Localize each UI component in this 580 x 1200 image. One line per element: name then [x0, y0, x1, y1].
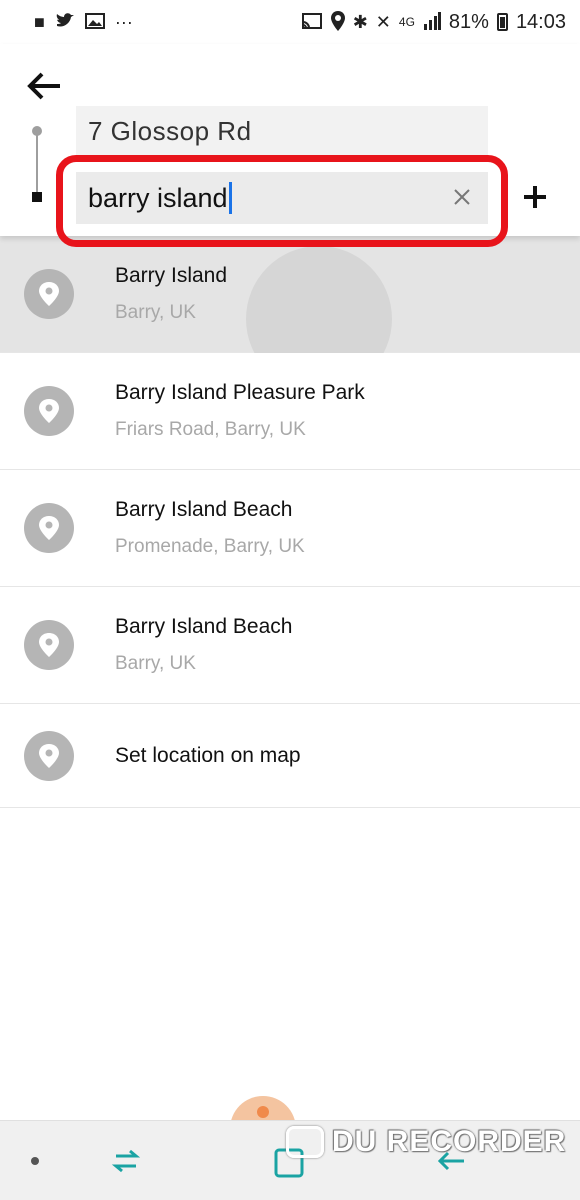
result-subtitle: Promenade, Barry, UK: [115, 536, 305, 557]
network-label: 4G: [398, 15, 415, 29]
recent-apps-icon: [111, 1149, 141, 1173]
list-item[interactable]: Barry Island Barry, UK: [0, 236, 580, 392]
camera-icon: [286, 1126, 324, 1158]
destination-field[interactable]: barry island: [76, 172, 488, 224]
status-bar: ■ ··· ✱ ✕ 4G 81% 14:03: [0, 0, 580, 44]
pickup-dot-icon: [32, 126, 42, 136]
result-title: Barry Island Beach: [115, 615, 293, 638]
signal-icon: [423, 11, 441, 33]
status-right-icons: ✱ ✕ 4G 81% 14:03: [301, 10, 566, 34]
location-pin-icon: [24, 503, 74, 553]
recent-apps-button[interactable]: [108, 1143, 144, 1179]
result-subtitle: Friars Road, Barry, UK: [115, 419, 306, 440]
destination-square-icon: [32, 192, 42, 202]
text-cursor: [228, 182, 232, 214]
location-pin-icon: [24, 386, 74, 436]
result-title: Barry Island Pleasure Park: [115, 381, 365, 404]
back-button[interactable]: [22, 64, 66, 108]
location-icon: [330, 10, 345, 34]
bluetooth-icon: ✱: [352, 12, 368, 32]
nav-dot-icon[interactable]: [31, 1157, 39, 1165]
list-item[interactable]: Barry Island Beach Promenade, Barry, UK: [0, 470, 580, 587]
result-subtitle: Barry, UK: [115, 302, 196, 323]
watermark-text: DU RECORDER: [332, 1125, 567, 1158]
battery-icon: [496, 13, 508, 31]
more-dots-icon: ···: [114, 12, 133, 32]
result-title: Set location on map: [115, 744, 301, 767]
route-connector-line: [36, 132, 38, 198]
set-location-on-map[interactable]: Set location on map: [0, 704, 580, 808]
twitter-icon: [55, 12, 75, 33]
add-stop-button[interactable]: [516, 178, 554, 216]
recorder-watermark: DU RECORDER: [286, 1122, 566, 1162]
results-list: Barry Island Barry, UK Barry Island Plea…: [0, 236, 580, 808]
result-title: Barry Island: [115, 264, 228, 287]
cast-icon: [301, 12, 323, 33]
battery-percent: 81%: [448, 10, 489, 33]
back-arrow-icon: [27, 72, 60, 100]
status-time: 14:03: [515, 10, 566, 33]
pickup-field[interactable]: 7 Glossop Rd: [76, 106, 488, 156]
plus-icon: [524, 186, 546, 208]
list-item[interactable]: Barry Island Pleasure Park Friars Road, …: [0, 353, 580, 470]
destination-value: barry island: [88, 182, 228, 213]
result-title: Barry Island Beach: [115, 498, 293, 521]
pickup-value: 7 Glossop Rd: [88, 116, 252, 146]
location-pin-icon: [24, 269, 74, 319]
image-icon: [84, 12, 105, 33]
result-subtitle: Barry, UK: [115, 653, 196, 674]
location-pin-icon: [24, 620, 74, 670]
close-icon: [454, 189, 470, 205]
route-header: 7 Glossop Rd barry island: [0, 44, 580, 247]
mute-icon: ✕: [375, 12, 391, 32]
status-left-icons: ■ ···: [34, 12, 133, 33]
video-icon: ■: [34, 12, 45, 32]
list-item[interactable]: Barry Island Beach Barry, UK: [0, 587, 580, 704]
location-pin-icon: [24, 731, 74, 781]
clear-button[interactable]: [450, 185, 474, 209]
